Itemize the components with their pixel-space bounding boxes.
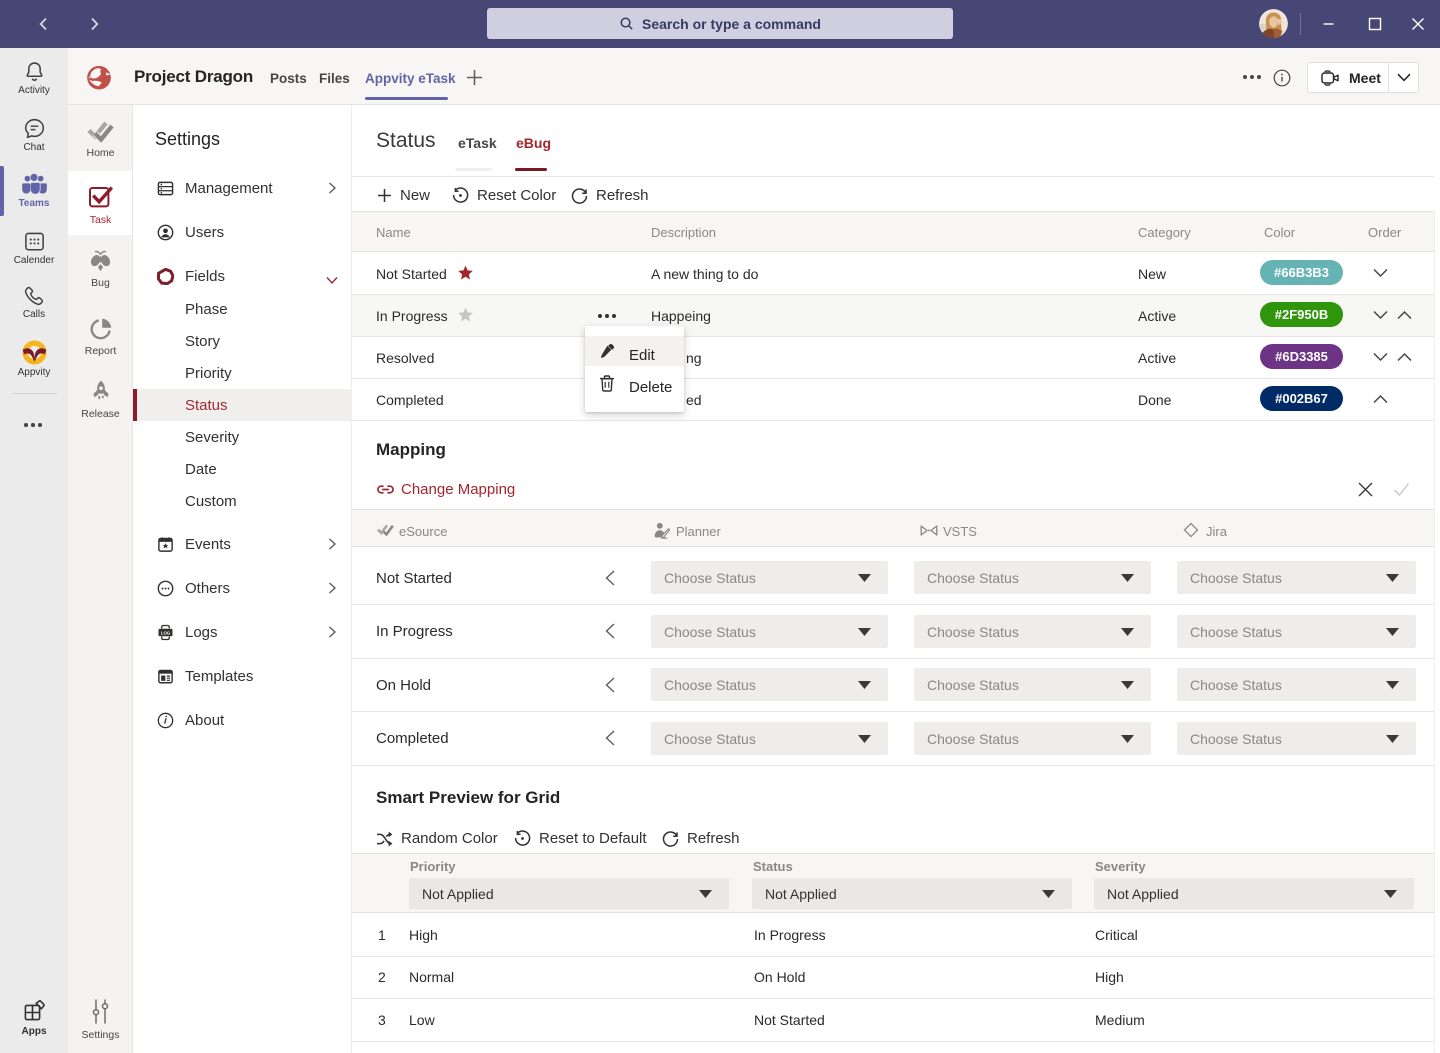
svg-text:LOG: LOG <box>161 630 171 635</box>
